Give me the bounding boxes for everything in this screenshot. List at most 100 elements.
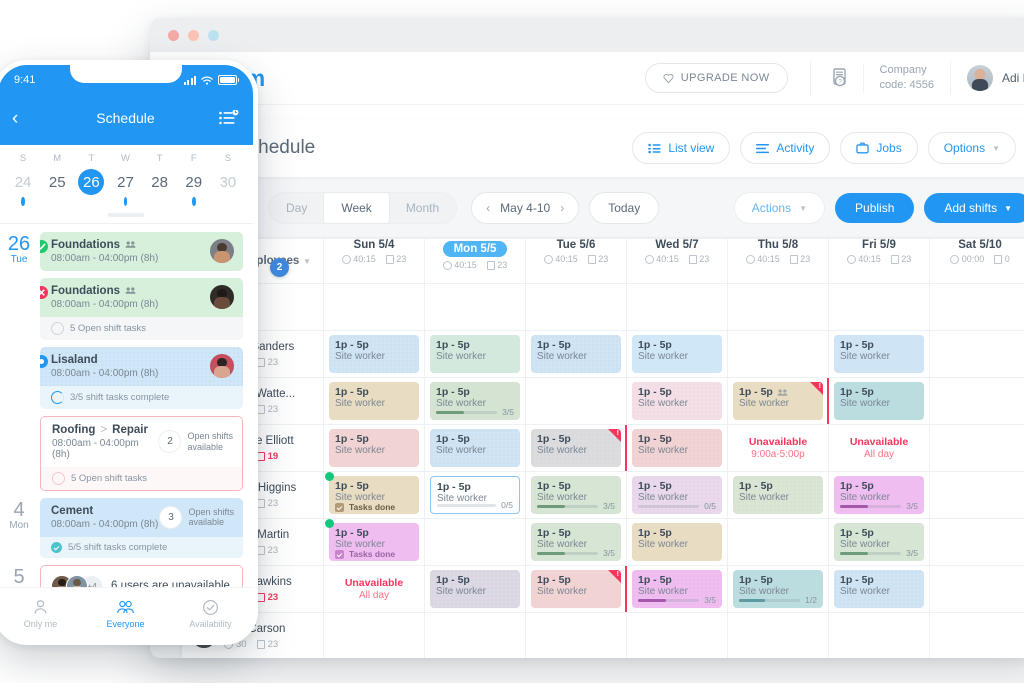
shift-chip[interactable]: 1p - 5p Site worker Tasks done — [329, 523, 419, 561]
shift-cell[interactable]: 1p - 5p Site worker 3/5 — [627, 566, 727, 612]
shift-cell[interactable]: 1p - 5p Site worker Tasks done — [324, 472, 424, 518]
shift-cell[interactable]: 1p - 5p Site worker 3/5 — [425, 378, 525, 424]
grid-cell[interactable]: 1p - 5p Site worker — [323, 377, 425, 425]
day-header[interactable]: Wed 5/7 40:15 23 — [626, 238, 728, 284]
grid-cell[interactable] — [626, 612, 728, 658]
shift-chip[interactable]: 1p - 5p Site worker 1/2 — [733, 570, 823, 608]
grid-cell[interactable] — [323, 612, 425, 658]
grid-cell[interactable]: 1p - 5p Site worker! — [727, 377, 829, 425]
unavailable-cell[interactable]: Unavailable 9:00a-5:00p — [728, 425, 828, 471]
grid-cell[interactable]: 1p - 5p Site worker 0/5 — [424, 471, 526, 519]
grid-cell[interactable]: 1p - 5p Site worker — [828, 330, 930, 378]
shift-chip[interactable]: 1p - 5p Site worker 3/5 — [632, 570, 722, 608]
shift-cell[interactable]: 1p - 5p Site worker — [829, 378, 929, 424]
shift-chip[interactable]: 1p - 5p Site worker — [834, 570, 924, 608]
day-header[interactable]: Thu 5/8 40:15 23 — [727, 238, 829, 284]
grid-cell[interactable] — [424, 518, 526, 566]
shift-cell[interactable]: 1p - 5p Site worker — [627, 331, 727, 377]
shift-chip[interactable]: 1p - 5p Site worker — [430, 429, 520, 467]
grid-cell[interactable]: 1p - 5p Site worker 1/2 — [727, 565, 829, 613]
grid-cell[interactable]: 1p - 5p Site worker 3/5 — [525, 518, 627, 566]
open-shift-cell[interactable] — [828, 283, 930, 331]
shift-cell[interactable]: 1p - 5p Site worker — [829, 331, 929, 377]
grid-cell[interactable]: Unavailable All day — [828, 424, 930, 472]
shift-chip[interactable]: 1p - 5p Site worker Tasks done — [329, 476, 419, 514]
agenda-event[interactable]: Foundations 08:00am - 04:00pm (8h) 5 Open … — [40, 277, 243, 340]
shift-cell[interactable]: 1p - 5p Site worker — [728, 472, 828, 518]
week-date[interactable]: 24 — [6, 164, 40, 206]
shift-chip[interactable]: 1p - 5p Site worker! — [733, 382, 823, 420]
shift-chip[interactable]: 1p - 5p Site worker 3/5 — [834, 523, 924, 561]
view-mode-week[interactable]: Week — [324, 193, 389, 223]
open-shift-cell[interactable] — [424, 283, 526, 331]
week-date[interactable]: 28 — [143, 164, 177, 206]
grid-cell[interactable]: Unavailable 9:00a-5:00p — [727, 424, 829, 472]
grid-cell[interactable] — [929, 612, 1024, 658]
upgrade-now-button[interactable]: UPGRADE NOW — [644, 63, 788, 93]
activity-button[interactable]: Activity — [740, 132, 831, 164]
day-header[interactable]: Fri 5/9 40:15 23 — [828, 238, 930, 284]
grid-cell[interactable]: 1p - 5p Site worker 3/5 — [828, 471, 930, 519]
grid-cell[interactable]: 1p - 5p Site worker Tasks done — [323, 518, 425, 566]
shift-chip[interactable]: 1p - 5p Site worker 3/5 — [531, 476, 621, 514]
grid-cell[interactable]: 1p - 5p Site worker — [828, 565, 930, 613]
grid-cell[interactable]: 1p - 5p Site worker 3/5 — [525, 471, 627, 519]
shift-cell[interactable]: 1p - 5p Site worker 3/5 — [829, 519, 929, 565]
prev-week-icon[interactable]: ‹ — [486, 201, 490, 215]
add-shifts-button[interactable]: Add shifts ▼ — [924, 193, 1024, 223]
shift-cell[interactable]: 1p - 5p Site worker — [425, 566, 525, 612]
grid-cell[interactable]: 1p - 5p Site worker 3/5 — [828, 518, 930, 566]
grid-cell[interactable] — [929, 377, 1024, 425]
shift-chip[interactable]: 1p - 5p Site worker — [531, 335, 621, 373]
drag-handle[interactable] — [107, 212, 144, 217]
shift-cell[interactable]: 1p - 5p Site worker 1/2 — [728, 566, 828, 612]
shift-cell[interactable]: 1p - 5p Site worker 0/5 — [627, 472, 727, 518]
grid-cell[interactable] — [727, 612, 829, 658]
grid-cell[interactable] — [525, 612, 627, 658]
shift-cell[interactable]: 1p - 5p Site worker! — [526, 425, 627, 471]
open-shift-cell[interactable] — [929, 283, 1024, 331]
grid-cell[interactable] — [929, 565, 1024, 613]
grid-cell[interactable]: 1p - 5p Site worker 3/5 — [626, 565, 728, 613]
grid-cell[interactable]: 1p - 5p Site worker — [626, 377, 728, 425]
shift-chip[interactable]: 1p - 5p Site worker — [733, 476, 823, 514]
shift-chip[interactable]: 1p - 5p Site worker 3/5 — [834, 476, 924, 514]
view-mode-month[interactable]: Month — [389, 193, 456, 223]
phone-list-icon[interactable] — [219, 109, 239, 126]
shift-chip[interactable]: 1p - 5p Site worker — [632, 382, 722, 420]
day-header[interactable]: Tue 5/6 40:15 23 — [525, 238, 627, 284]
shift-chip[interactable]: 1p - 5p Site worker 0/5 — [632, 476, 722, 514]
day-header[interactable]: Sat 5/10 00:00 0 — [929, 238, 1024, 284]
window-minimize-icon[interactable] — [188, 29, 199, 41]
grid-cell[interactable]: 1p - 5p Site worker! — [525, 424, 627, 472]
publish-button[interactable]: Publish — [835, 193, 915, 223]
shift-cell[interactable]: 1p - 5p Site worker — [829, 566, 929, 612]
shift-chip[interactable]: 1p - 5p Site worker — [329, 335, 419, 373]
week-date[interactable]: 26 — [74, 164, 108, 206]
shift-cell[interactable]: 1p - 5p Site worker 3/5 — [526, 472, 626, 518]
view-mode-switch[interactable]: Day Week Month — [268, 192, 458, 224]
open-shift-cell[interactable] — [626, 283, 728, 331]
shift-chip[interactable]: 1p - 5p Site worker — [834, 335, 924, 373]
grid-cell[interactable]: 1p - 5p Site worker — [323, 330, 425, 378]
shift-chip[interactable]: 1p - 5p Site worker — [834, 382, 924, 420]
shift-chip[interactable]: 1p - 5p Site worker 3/5 — [430, 382, 520, 420]
tab-everyone[interactable]: Everyone — [83, 588, 168, 640]
shift-cell[interactable]: 1p - 5p Site worker — [627, 519, 727, 565]
side-notification-badge[interactable]: 2 — [270, 258, 289, 277]
grid-cell[interactable]: 1p - 5p Site worker! — [525, 565, 627, 613]
agenda-event[interactable]: Roofing > Repair 08:00am - 04:00pm (8h) 2 O… — [40, 415, 243, 491]
open-shift-cell[interactable] — [525, 283, 627, 331]
shift-chip[interactable]: 1p - 5p Site worker 0/5 — [430, 476, 520, 514]
day-header[interactable]: Mon 5/5 40:15 23 — [424, 238, 526, 284]
shift-cell[interactable]: 1p - 5p Site worker! — [526, 566, 627, 612]
grid-cell[interactable]: Unavailable All day — [323, 565, 425, 613]
grid-cell[interactable] — [727, 518, 829, 566]
open-shift-cell[interactable] — [323, 283, 425, 331]
grid-cell[interactable]: 1p - 5p Site worker — [323, 424, 425, 472]
window-close-icon[interactable] — [168, 29, 179, 41]
shift-cell[interactable]: 1p - 5p Site worker — [324, 425, 424, 471]
shift-chip[interactable]: 1p - 5p Site worker — [632, 523, 722, 561]
actions-dropdown[interactable]: Actions ▼ — [733, 192, 826, 224]
grid-cell[interactable] — [929, 471, 1024, 519]
